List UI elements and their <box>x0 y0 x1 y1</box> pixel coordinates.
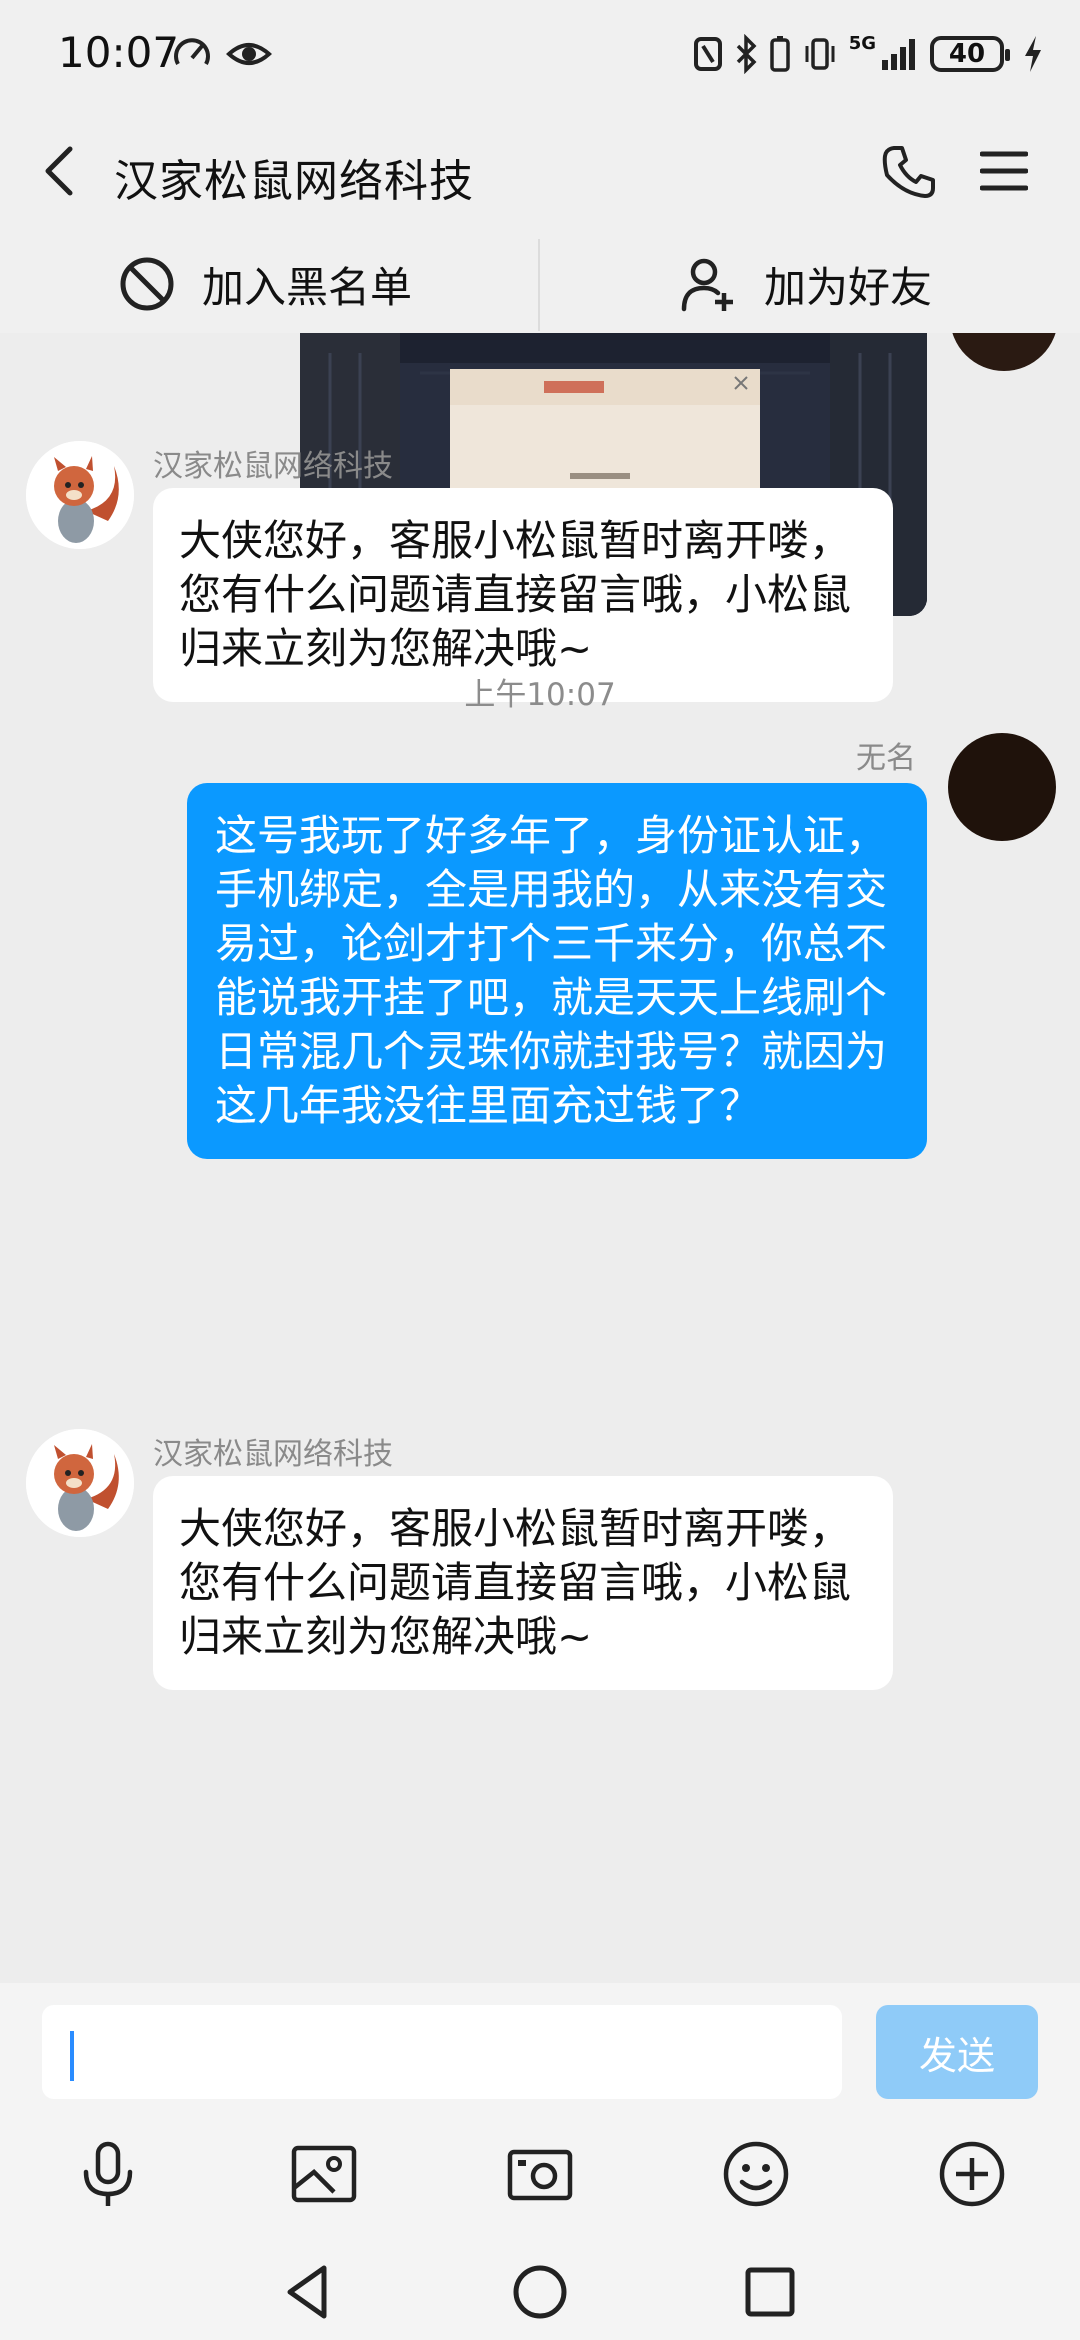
chat-header: 汉家松鼠网络科技 <box>0 105 1080 235</box>
message-timestamp: 上午10:07 <box>464 677 616 713</box>
nav-back-icon[interactable] <box>278 2260 342 2324</box>
block-label: 加入黑名单 <box>202 262 413 312</box>
outgoing-message-bubble[interactable]: 这号我玩了好多年了，身份证认证，手机绑定，全是用我的，从来没有交易过，论剑才打个… <box>187 783 927 1159</box>
block-icon <box>120 257 174 311</box>
phone-icon[interactable] <box>880 143 938 201</box>
camera-icon[interactable] <box>504 2138 576 2210</box>
chat-title: 汉家松鼠网络科技 <box>114 156 474 207</box>
block-button[interactable]: 加入黑名单 <box>118 235 412 333</box>
my-avatar[interactable] <box>948 733 1056 841</box>
status-right-icons: 5G 40 <box>693 30 1044 78</box>
menu-icon[interactable] <box>980 149 1028 193</box>
signal-icon <box>882 39 915 70</box>
eye-icon <box>226 43 272 65</box>
action-divider <box>538 239 540 331</box>
status-left-icons <box>172 32 272 76</box>
add-friend-icon <box>681 258 733 312</box>
squirrel-avatar[interactable] <box>26 1429 134 1537</box>
message-input[interactable] <box>42 2005 842 2099</box>
my-name: 无名 <box>856 741 916 776</box>
incoming-message-bubble[interactable]: 大侠您好，客服小松鼠暂时离开喽，您有什么问题请直接留言哦，小松鼠归来立刻为您解决… <box>153 1476 893 1690</box>
squirrel-mascot-icon <box>26 441 134 549</box>
squirrel-avatar[interactable] <box>26 441 134 549</box>
contact-action-bar: 加入黑名单 加为好友 <box>0 235 1080 333</box>
vibrate-icon <box>805 38 835 70</box>
add-friend-label: 加为好友 <box>764 262 933 312</box>
emoji-icon[interactable] <box>720 2138 792 2210</box>
battery-saver-icon <box>769 36 790 72</box>
message-list[interactable]: 汉家松鼠网络科技 大侠您好，客服小松鼠暂时离开喽，您有什么问题请直接留言哦，小松… <box>0 333 1080 1983</box>
network-type: 5G <box>848 33 876 54</box>
charging-icon <box>1025 36 1041 72</box>
bluetooth-icon <box>736 34 757 74</box>
back-icon[interactable] <box>38 145 82 197</box>
nav-home-icon[interactable] <box>508 2260 572 2324</box>
battery-level: 40 <box>948 39 986 69</box>
microphone-icon[interactable] <box>72 2138 144 2210</box>
nav-recents-icon[interactable] <box>738 2260 802 2324</box>
sender-name: 汉家松鼠网络科技 <box>153 1437 393 1472</box>
status-bar: 10:07 5G 40 <box>0 0 1080 105</box>
my-avatar[interactable] <box>950 333 1058 371</box>
nfc-icon <box>693 37 722 71</box>
plus-icon[interactable] <box>936 2138 1008 2210</box>
add-friend-button[interactable]: 加为好友 <box>680 235 932 333</box>
text-caret <box>70 2031 74 2081</box>
system-nav-bar <box>0 2240 1080 2340</box>
squirrel-mascot-icon <box>26 1429 134 1537</box>
image-icon[interactable] <box>288 2138 360 2210</box>
speed-icon <box>174 38 210 65</box>
sender-name: 汉家松鼠网络科技 <box>153 449 393 484</box>
status-time: 10:07 <box>58 28 180 77</box>
battery-indicator: 40 <box>930 36 1010 72</box>
send-button[interactable]: 发送 <box>876 2005 1038 2099</box>
